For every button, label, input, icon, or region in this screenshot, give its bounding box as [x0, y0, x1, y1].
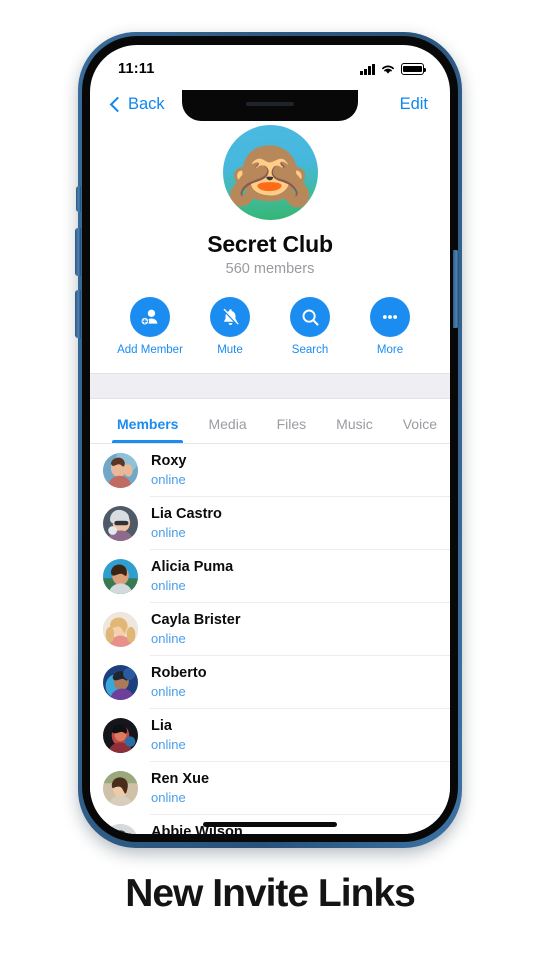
add-member-icon: [140, 309, 158, 326]
avatar: [103, 612, 138, 647]
tab-members[interactable]: Members: [102, 416, 193, 443]
list-item[interactable]: Lia Castro online: [90, 497, 450, 550]
list-item[interactable]: Roberto online: [90, 656, 450, 709]
avatar: [103, 453, 138, 488]
member-list: Roxy online Lia Castro online Alicia Pum…: [90, 444, 450, 834]
see-no-evil-monkey-icon: 🙈: [226, 133, 314, 216]
mute-button[interactable]: Mute: [197, 297, 263, 356]
list-item-text: Lia online: [151, 717, 186, 754]
list-item[interactable]: Ren Xue online: [90, 762, 450, 815]
member-name: Lia Castro: [151, 506, 222, 523]
edit-button[interactable]: Edit: [400, 95, 428, 114]
screenshot-stage: 11:11 Back Edit 🙈 Secret Club 560 member…: [0, 0, 540, 960]
member-status: online: [151, 578, 186, 594]
section-divider-band: [90, 373, 450, 399]
battery-full-icon: [401, 63, 427, 75]
avatar: [103, 718, 138, 753]
list-item[interactable]: Roxy online: [90, 444, 450, 497]
add-member-label: Add Member: [117, 344, 183, 356]
back-button-label: Back: [128, 94, 165, 113]
search-button[interactable]: Search: [277, 297, 343, 356]
wifi-icon: [382, 65, 394, 74]
avatar-image: [103, 771, 138, 806]
list-item[interactable]: Alicia Puma online: [90, 550, 450, 603]
avatar: [103, 665, 138, 700]
home-indicator[interactable]: [203, 822, 337, 827]
list-item-text: Lia Castro online: [151, 505, 222, 542]
group-profile-header: 🙈 Secret Club 560 members: [90, 121, 450, 277]
earpiece-speaker: [246, 102, 294, 106]
back-button[interactable]: Back: [109, 94, 165, 114]
member-status: online: [151, 737, 186, 753]
content-tab-bar: Members Media Files Music Voice Lin: [90, 399, 450, 444]
phone-screen: 11:11 Back Edit 🙈 Secret Club 560 member…: [90, 45, 450, 834]
member-name: Alicia Puma: [151, 559, 234, 576]
avatar-image: [103, 506, 138, 541]
tab-music[interactable]: Music: [321, 416, 388, 443]
group-member-count: 560 members: [225, 261, 315, 277]
volume-up-button[interactable]: [75, 228, 81, 276]
ellipsis-icon: [382, 315, 398, 319]
member-name: Lia: [151, 718, 172, 735]
member-status: online: [151, 631, 186, 647]
search-label: Search: [291, 344, 329, 356]
tab-media[interactable]: Media: [193, 416, 261, 443]
member-status: online: [151, 790, 186, 806]
member-status: online: [151, 472, 186, 488]
member-status: online: [151, 684, 186, 700]
list-item[interactable]: Cayla Brister online: [90, 603, 450, 656]
member-name: Roberto: [151, 665, 207, 682]
status-indicators: [360, 63, 427, 75]
avatar-image: [103, 559, 138, 594]
more-label: More: [376, 344, 404, 356]
avatar-image: [103, 665, 138, 700]
avatar-image: [103, 453, 138, 488]
list-item-text: Alicia Puma online: [151, 558, 233, 595]
list-item-text: Roxy online: [151, 452, 186, 489]
status-bar: 11:11: [90, 45, 450, 87]
search-icon-circle: [290, 297, 330, 337]
mute-icon-circle: [210, 297, 250, 337]
member-status: online: [151, 525, 186, 541]
avatar-image: [103, 718, 138, 753]
more-icon-circle: [370, 297, 410, 337]
list-item-text: Roberto online: [151, 664, 207, 701]
power-button[interactable]: [453, 250, 459, 328]
status-time: 11:11: [118, 61, 155, 77]
group-avatar[interactable]: 🙈: [222, 125, 318, 220]
avatar: [103, 559, 138, 594]
tab-voice[interactable]: Voice: [388, 416, 450, 443]
list-item[interactable]: Lia online: [90, 709, 450, 762]
add-member-button[interactable]: Add Member: [117, 297, 183, 356]
avatar: [103, 824, 138, 834]
silent-switch-button[interactable]: [76, 186, 81, 212]
avatar-image: [103, 824, 138, 834]
more-button[interactable]: More: [357, 297, 423, 356]
list-item-text: Cayla Brister online: [151, 611, 240, 648]
bell-slash-icon: [222, 308, 239, 325]
add-member-icon-circle: [130, 297, 170, 337]
tab-files[interactable]: Files: [262, 416, 322, 443]
member-name: Roxy: [151, 453, 187, 470]
volume-down-button[interactable]: [75, 290, 81, 338]
page-title: New Invite Links: [125, 872, 416, 915]
avatar: [103, 506, 138, 541]
member-name: Cayla Brister: [151, 612, 241, 629]
member-name: Ren Xue: [151, 771, 210, 788]
list-item-text: Ren Xue online: [151, 770, 209, 807]
mute-label: Mute: [217, 344, 243, 356]
group-title: Secret Club: [207, 231, 333, 257]
chevron-left-icon: [109, 96, 126, 112]
notch: [182, 90, 358, 121]
avatar: [103, 771, 138, 806]
avatar-image: [103, 612, 138, 647]
cellular-signal-icon: [360, 63, 375, 75]
search-icon: [302, 309, 319, 326]
action-button-row: Add Member Mute Search More: [90, 277, 450, 356]
